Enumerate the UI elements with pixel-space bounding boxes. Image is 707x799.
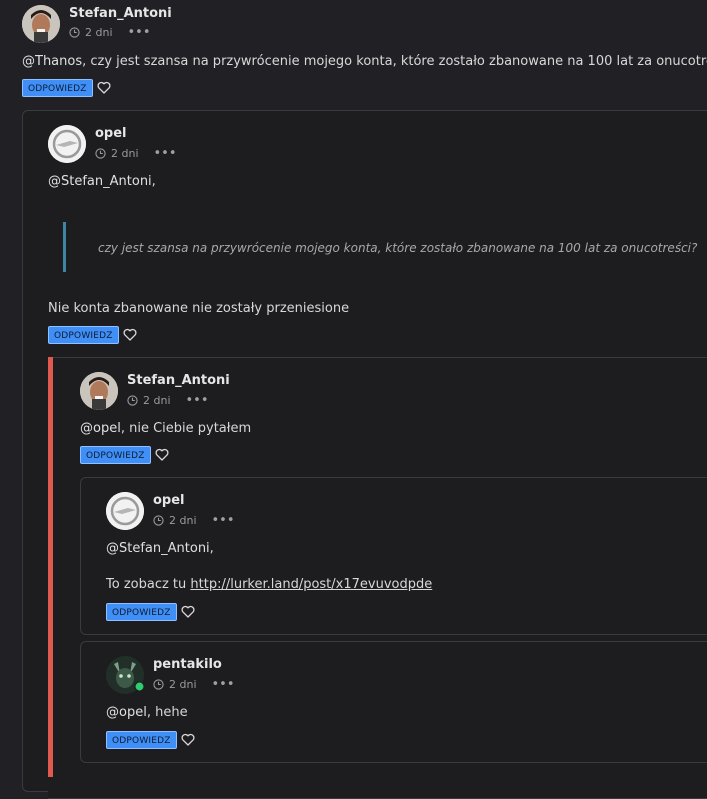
post-meta: 2 dni ••• <box>127 394 209 407</box>
reply-button[interactable]: ODPOWIEDZ <box>22 79 93 97</box>
clock-icon <box>153 679 164 690</box>
post-body: @Thanos, czy jest szansa na przywrócenie… <box>22 54 707 69</box>
post-author[interactable]: opel <box>95 126 127 141</box>
quote-text: czy jest szansa na przywrócenie mojego k… <box>98 241 698 255</box>
clock-icon <box>153 515 164 526</box>
post-author[interactable]: opel <box>153 493 185 508</box>
post-body: @Stefan_Antoni, <box>48 174 156 189</box>
avatar[interactable] <box>106 492 144 530</box>
post-author[interactable]: Stefan_Antoni <box>69 6 172 21</box>
post-time: 2 dni <box>169 678 197 691</box>
post-time: 2 dni <box>85 26 113 39</box>
post-meta: 2 dni ••• <box>153 514 235 527</box>
heart-icon[interactable] <box>181 733 195 746</box>
post-body: @Stefan_Antoni, <box>106 541 214 556</box>
post-meta: 2 dni ••• <box>95 147 177 160</box>
reply-button[interactable]: ODPOWIEDZ <box>80 446 151 464</box>
post-author[interactable]: pentakilo <box>153 657 222 672</box>
reply-button[interactable]: ODPOWIEDZ <box>48 326 119 344</box>
avatar[interactable] <box>48 125 86 163</box>
post-meta: 2 dni ••• <box>153 678 235 691</box>
post-body: @opel, nie Ciebie pytałem <box>80 421 251 436</box>
post-text: Nie konta zbanowane nie zostały przenies… <box>48 301 350 316</box>
clock-icon <box>69 27 80 38</box>
online-status-icon <box>134 681 145 692</box>
thread-indicator-bar <box>48 357 53 777</box>
post-text: , hehe <box>146 705 188 720</box>
mention-suffix: , <box>151 174 156 189</box>
mention-link[interactable]: @Stefan_Antoni <box>48 174 152 189</box>
avatar[interactable] <box>22 5 60 43</box>
clock-icon <box>95 148 106 159</box>
more-options-icon[interactable]: ••• <box>212 678 235 691</box>
reply-button[interactable]: ODPOWIEDZ <box>106 603 177 621</box>
more-options-icon[interactable]: ••• <box>128 26 151 39</box>
mention-link[interactable]: @opel <box>80 421 121 436</box>
clock-icon <box>127 395 138 406</box>
post-time: 2 dni <box>111 147 139 160</box>
post-author[interactable]: Stefan_Antoni <box>127 373 230 388</box>
avatar[interactable] <box>80 372 118 410</box>
post-time: 2 dni <box>143 394 171 407</box>
mention-link[interactable]: @Thanos <box>22 54 82 69</box>
heart-icon[interactable] <box>181 605 195 618</box>
heart-icon[interactable] <box>123 328 137 341</box>
mention-suffix: , <box>209 541 214 556</box>
mention-link[interactable]: @Stefan_Antoni <box>106 541 210 556</box>
heart-icon[interactable] <box>155 448 169 461</box>
post-text: , czy jest szansa na przywrócenie mojego… <box>82 54 707 69</box>
more-options-icon[interactable]: ••• <box>212 514 235 527</box>
post-text: To zobacz tu http://lurker.land/post/x17… <box>106 577 432 592</box>
post-meta: 2 dni ••• <box>69 26 151 39</box>
post-text: , nie Ciebie pytałem <box>120 421 252 436</box>
mention-link[interactable]: @opel <box>106 705 147 720</box>
post-link[interactable]: http://lurker.land/post/x17evuvodpde <box>190 577 432 592</box>
more-options-icon[interactable]: ••• <box>186 394 209 407</box>
post-text-prefix: To zobacz tu <box>106 577 191 592</box>
quote-bar <box>63 222 66 272</box>
post-time: 2 dni <box>169 514 197 527</box>
heart-icon[interactable] <box>97 81 111 94</box>
more-options-icon[interactable]: ••• <box>154 147 177 160</box>
reply-button[interactable]: ODPOWIEDZ <box>106 731 177 749</box>
post-body: @opel, hehe <box>106 705 188 720</box>
